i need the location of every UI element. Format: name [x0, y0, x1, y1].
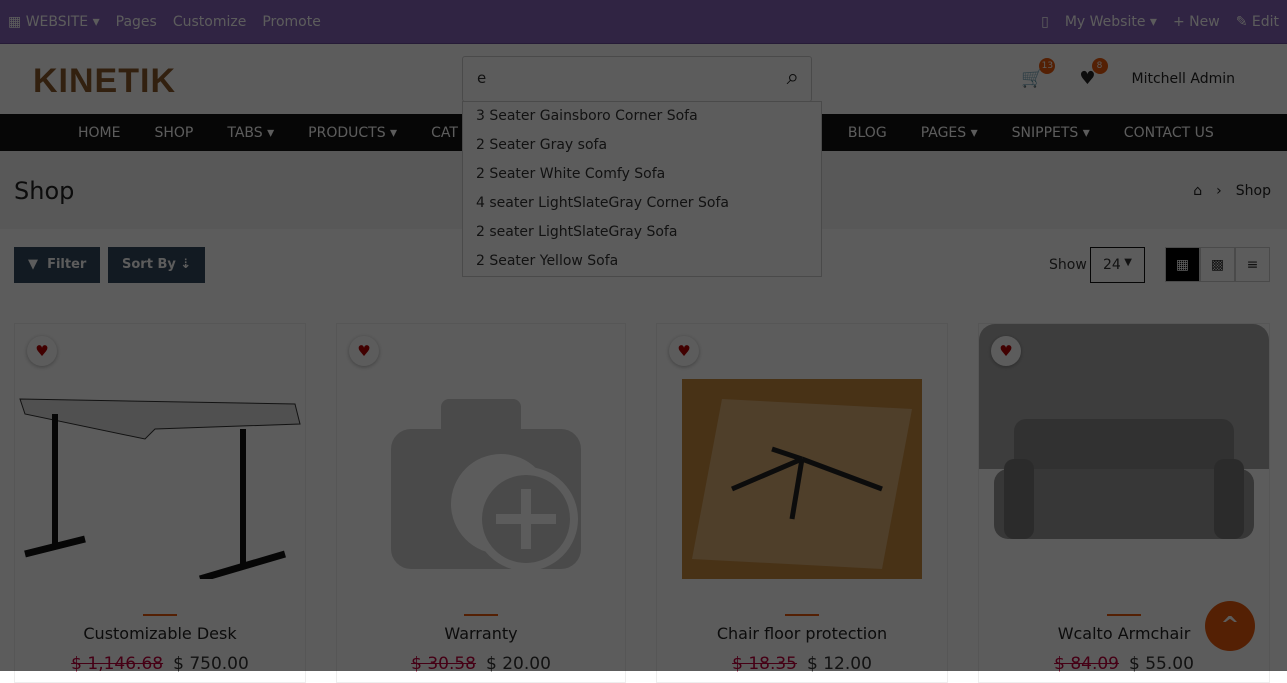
mobile-preview-icon[interactable]: ▯ — [1041, 14, 1049, 30]
logo[interactable]: KINETIK — [33, 62, 176, 101]
current-price: $ 750.00 — [173, 654, 249, 674]
nav-categories[interactable]: CAT — [431, 125, 458, 141]
product-price: $ 84.09 $ 55.00 — [979, 654, 1269, 674]
nav-snippets[interactable]: SNIPPETS ▾ — [1012, 125, 1090, 141]
promote-menu[interactable]: Promote — [262, 14, 321, 30]
my-website-menu[interactable]: My Website ▾ — [1065, 14, 1157, 30]
suggestion-item[interactable]: 2 Seater White Comfy Sofa — [463, 160, 821, 189]
current-price: $ 20.00 — [486, 654, 551, 674]
product-grid: ♥ Customizable Desk $ 1,146.68 $ 750.00 ♥… — [14, 323, 1270, 683]
product-name[interactable]: Warranty — [337, 624, 625, 643]
edit-button[interactable]: ✎ Edit — [1236, 14, 1279, 30]
suggestion-item[interactable]: 2 Seater Yellow Sofa — [463, 247, 821, 276]
wishlist-heart-icon[interactable]: ♥ — [991, 336, 1021, 366]
nav-home[interactable]: HOME — [78, 125, 120, 141]
product-card[interactable]: ♥ Chair floor protection $ 18.35 $ 12.00 — [656, 323, 948, 683]
old-price: $ 1,146.68 — [71, 654, 164, 674]
user-menu[interactable]: Mitchell Admin — [1132, 71, 1236, 87]
cart-icon[interactable]: 🛒 13 — [1021, 58, 1056, 89]
search-icon[interactable]: ⌕ — [787, 65, 799, 90]
product-name[interactable]: Customizable Desk — [15, 624, 305, 643]
grid-large-view-icon[interactable]: ▦ — [1165, 247, 1200, 282]
edit-label: Edit — [1251, 13, 1279, 30]
divider — [785, 614, 819, 616]
divider — [143, 614, 177, 616]
search-value: e — [477, 69, 487, 87]
nav-products[interactable]: PRODUCTS ▾ — [308, 125, 397, 141]
old-price: $ 30.58 — [411, 654, 476, 674]
suggestion-item[interactable]: 2 Seater Gray sofa — [463, 131, 821, 160]
product-price: $ 18.35 $ 12.00 — [657, 654, 947, 674]
suggestion-item[interactable]: 2 seater LightSlateGray Sofa — [463, 218, 821, 247]
per-page-select[interactable]: 24 ▼ — [1090, 247, 1145, 283]
suggestion-item[interactable]: 3 Seater Gainsboro Corner Sofa — [463, 102, 821, 131]
sort-button[interactable]: Sort By ⇣ — [108, 247, 206, 283]
sort-icon: ⇣ — [180, 257, 192, 272]
new-label: New — [1189, 13, 1220, 30]
wishlist-heart-icon[interactable]: ♥ — [27, 336, 57, 366]
search-suggestions: 3 Seater Gainsboro Corner Sofa 2 Seater … — [462, 101, 822, 277]
wishlist-heart-icon[interactable]: ♥ — [669, 336, 699, 366]
camera-placeholder-icon[interactable] — [337, 354, 625, 604]
nav-pages[interactable]: PAGES ▾ — [921, 125, 978, 141]
filter-button[interactable]: ▼ Filter — [14, 247, 101, 283]
breadcrumb: ⌂ › Shop — [1193, 183, 1271, 199]
new-button[interactable]: + New — [1173, 14, 1220, 30]
product-image[interactable] — [15, 354, 305, 604]
show-label: Show — [1049, 257, 1087, 273]
current-price: $ 55.00 — [1129, 654, 1194, 674]
nav-blog[interactable]: BLOG — [848, 125, 887, 141]
website-label: WEBSITE — [25, 13, 89, 30]
admin-topbar: ▦ WEBSITE ▾ Pages Customize Promote ▯ My… — [0, 0, 1287, 44]
page-title: Shop — [14, 177, 75, 205]
website-menu[interactable]: ▦ WEBSITE ▾ — [8, 14, 100, 30]
nav-tabs[interactable]: TABS ▾ — [227, 125, 274, 141]
nav-contact[interactable]: CONTACT US — [1124, 125, 1214, 141]
wishlist-icon[interactable]: ♥ 8 — [1079, 58, 1108, 89]
product-card[interactable]: ♥ Warranty $ 30.58 $ 20.00 — [336, 323, 626, 683]
filter-icon: ▼ — [28, 257, 38, 272]
product-image[interactable] — [657, 354, 947, 604]
sort-label: Sort By — [122, 257, 176, 272]
product-card[interactable]: ♥ Customizable Desk $ 1,146.68 $ 750.00 — [14, 323, 306, 683]
product-image[interactable] — [979, 354, 1269, 604]
search-input[interactable]: e ⌕ — [462, 56, 812, 102]
nav-pages-label: PAGES — [920, 124, 967, 141]
pages-menu[interactable]: Pages — [116, 14, 157, 30]
nav-snippets-label: SNIPPETS — [1011, 124, 1079, 141]
home-icon[interactable]: ⌂ — [1193, 183, 1202, 199]
my-website-label: My Website — [1064, 13, 1146, 30]
old-price: $ 84.09 — [1054, 654, 1119, 674]
nav-products-label: PRODUCTS — [308, 124, 386, 141]
customize-menu[interactable]: Customize — [173, 14, 247, 30]
product-name[interactable]: Chair floor protection — [657, 624, 947, 643]
wishlist-heart-icon[interactable]: ♥ — [349, 336, 379, 366]
filter-label: Filter — [47, 257, 87, 272]
scroll-to-top-button[interactable]: ^ — [1205, 601, 1255, 651]
chevron-right-icon: › — [1216, 183, 1222, 199]
caret-down-icon: ▼ — [1124, 257, 1132, 268]
current-price: $ 12.00 — [807, 654, 872, 674]
list-view-icon[interactable]: ≡ — [1235, 247, 1270, 282]
product-price: $ 30.58 $ 20.00 — [337, 654, 625, 674]
suggestion-item[interactable]: 4 seater LightSlateGray Corner Sofa — [463, 189, 821, 218]
wishlist-count-badge: 8 — [1091, 58, 1108, 74]
nav-tabs-label: TABS — [227, 124, 263, 141]
old-price: $ 18.35 — [732, 654, 797, 674]
nav-shop[interactable]: SHOP — [154, 125, 193, 141]
per-page-value: 24 — [1103, 257, 1121, 273]
grid-small-view-icon[interactable]: ▩ — [1200, 247, 1235, 282]
breadcrumb-current: Shop — [1235, 183, 1271, 199]
product-price: $ 1,146.68 $ 750.00 — [15, 654, 305, 674]
cart-count-badge: 13 — [1039, 58, 1056, 74]
divider — [1107, 614, 1141, 616]
divider — [464, 614, 498, 616]
